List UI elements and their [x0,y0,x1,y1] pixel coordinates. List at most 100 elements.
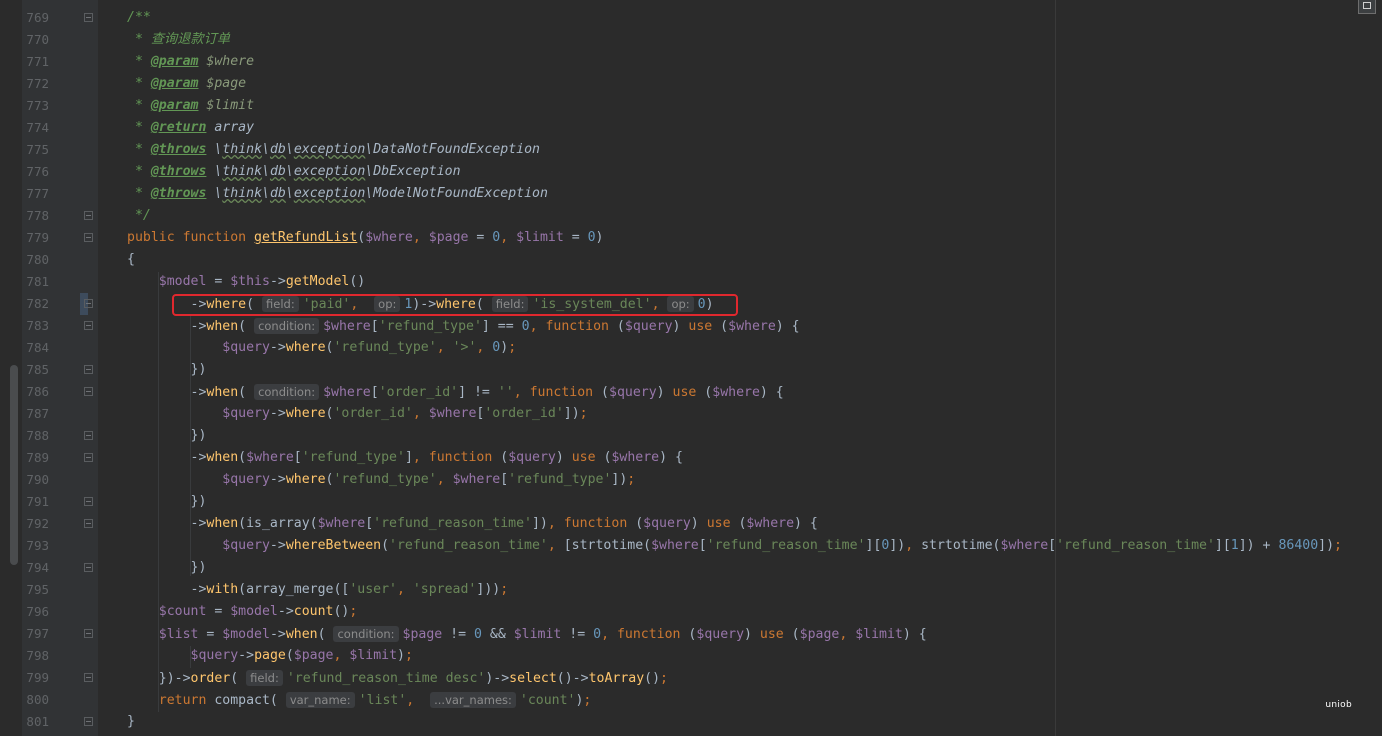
fold-icon[interactable] [84,299,93,308]
fold-icon[interactable] [84,321,93,330]
code-token: 'refund_reason_time desc' [286,671,486,686]
code-text: * @param $limit [127,95,254,117]
code-line[interactable]: 797 $list = $model->when( condition: $pag… [0,623,1382,645]
code-line[interactable]: 787 $query->where('order_id', $where['or… [0,403,1382,425]
code-text: * @throws \think\db\exception\ModelNotFo… [127,183,548,205]
code-line[interactable]: 783 ->when( condition: $where['refund_typ… [0,315,1382,337]
fold-icon[interactable] [84,13,93,22]
code-line[interactable]: 769 /** [0,7,1382,29]
code-token: @throws [150,186,207,201]
code-token: $where [452,472,501,487]
code-line[interactable]: 798 $query->page($page, $limit); [0,645,1382,667]
code-line[interactable]: 780 { [0,249,1382,271]
code-token: ) [656,385,673,400]
fold-icon[interactable] [84,717,93,726]
fold-icon[interactable] [84,519,93,528]
line-number: 781 [26,274,49,289]
line-number: 792 [26,516,49,531]
code-line[interactable]: 777 * @throws \think\db\exception\ModelN… [0,183,1382,205]
code-token: && [481,627,514,642]
code-token: \DataNotFoundException [365,142,540,157]
code-token: think [222,186,263,201]
fold-icon[interactable] [84,387,93,396]
code-token: , function [601,627,689,642]
fold-icon[interactable] [84,211,93,220]
fold-icon[interactable] [84,563,93,572]
code-text: $query->where('refund_type', $where['ref… [127,469,635,491]
code-line[interactable]: 772 * @param $page [0,73,1382,95]
code-line[interactable]: 788 }) [0,425,1382,447]
fold-icon[interactable] [84,233,93,242]
code-line[interactable]: 793 $query->whereBetween('refund_reason_… [0,535,1382,557]
code-line[interactable]: 770 * 查询退款订单 [0,29,1382,51]
code-token: ) [744,627,760,642]
fold-icon[interactable] [84,629,93,638]
code-line[interactable]: 801} [0,711,1382,733]
code-token: ][ [1214,538,1231,553]
code-token: $where [712,385,760,400]
code-text: ->when($where['refund_type'], function (… [127,447,683,469]
code-line[interactable]: 796 $count = $model->count(); [0,601,1382,623]
code-line[interactable]: 774 * @return array [0,117,1382,139]
code-token: ][ [865,538,882,553]
code-token: -> [127,319,207,334]
line-number: 787 [26,406,49,421]
code-line[interactable]: 779 public function getRefundList($where,… [0,227,1382,249]
code-line[interactable]: 773 * @param $limit [0,95,1382,117]
code-line[interactable]: 781 $model = $this->getModel() [0,271,1382,293]
code-line[interactable]: 800 return compact( var_name:'list', ...… [0,689,1382,711]
line-number: 790 [26,472,49,487]
code-token: getModel [285,274,350,289]
code-line[interactable]: 775 * @throws \think\db\exception\DataNo… [0,139,1382,161]
line-number: 777 [26,186,49,201]
code-token: getRefundList [254,230,358,245]
code-token: $count [158,604,207,619]
fold-icon[interactable] [84,431,93,440]
code-line[interactable]: 795 ->with(array_merge(['user', 'spread'… [0,579,1382,601]
code-line[interactable]: 791 }) [0,491,1382,513]
code-token: -> [277,604,294,619]
code-token: \ [262,164,270,179]
code-token: $this [230,274,270,289]
parameter-hint: ...var_names: [430,692,516,708]
fold-icon[interactable] [84,497,93,506]
code-editor[interactable]: 769/** 770 * 查询退款订单 771 * @param $where 772… [0,0,1382,736]
line-number: 799 [26,670,49,685]
code-line[interactable]: 771 * @param $where [0,51,1382,73]
code-token: $where [428,406,477,421]
fold-icon[interactable] [84,673,93,682]
code-token: ( [317,627,334,642]
code-line[interactable]: 794 }) [0,557,1382,579]
code-token: think [222,164,263,179]
code-token: '>' [452,340,477,355]
line-number: 788 [26,428,49,443]
code-line[interactable]: 799 })->order( field:'refund_reason_time… [0,667,1382,689]
code-text: $query->page($page, $limit); [127,645,413,667]
code-line[interactable]: 789 ->when($where['refund_type'], functi… [0,447,1382,469]
fold-icon[interactable] [84,365,93,374]
code-line[interactable]: 776 * @throws \think\db\exception\DbExce… [0,161,1382,183]
code-token: $query [222,538,270,553]
code-line[interactable]: 790 $query->where('refund_type', $where[… [0,469,1382,491]
line-number: 796 [26,604,49,619]
code-line[interactable]: 784 $query->where('refund_type', '>', 0)… [0,337,1382,359]
code-line[interactable]: 786 ->when( condition: $where['order_id']… [0,381,1382,403]
code-token: [ [500,472,509,487]
code-line[interactable]: 792 ->when(is_array($where['refund_reaso… [0,513,1382,535]
line-number: 795 [26,582,49,597]
fold-icon[interactable] [84,453,93,462]
code-line[interactable]: 785 }) [0,359,1382,381]
code-line[interactable]: 778 */ [0,205,1382,227]
window-corner-icon[interactable] [1358,0,1376,14]
code-token: ) [690,516,707,531]
code-token: } [127,714,135,729]
code-token: -> [238,648,255,663]
code-token: \ [262,142,270,157]
code-token: array [214,120,255,135]
code-token: 86400 [1278,538,1319,553]
code-token: 0 [593,627,602,642]
